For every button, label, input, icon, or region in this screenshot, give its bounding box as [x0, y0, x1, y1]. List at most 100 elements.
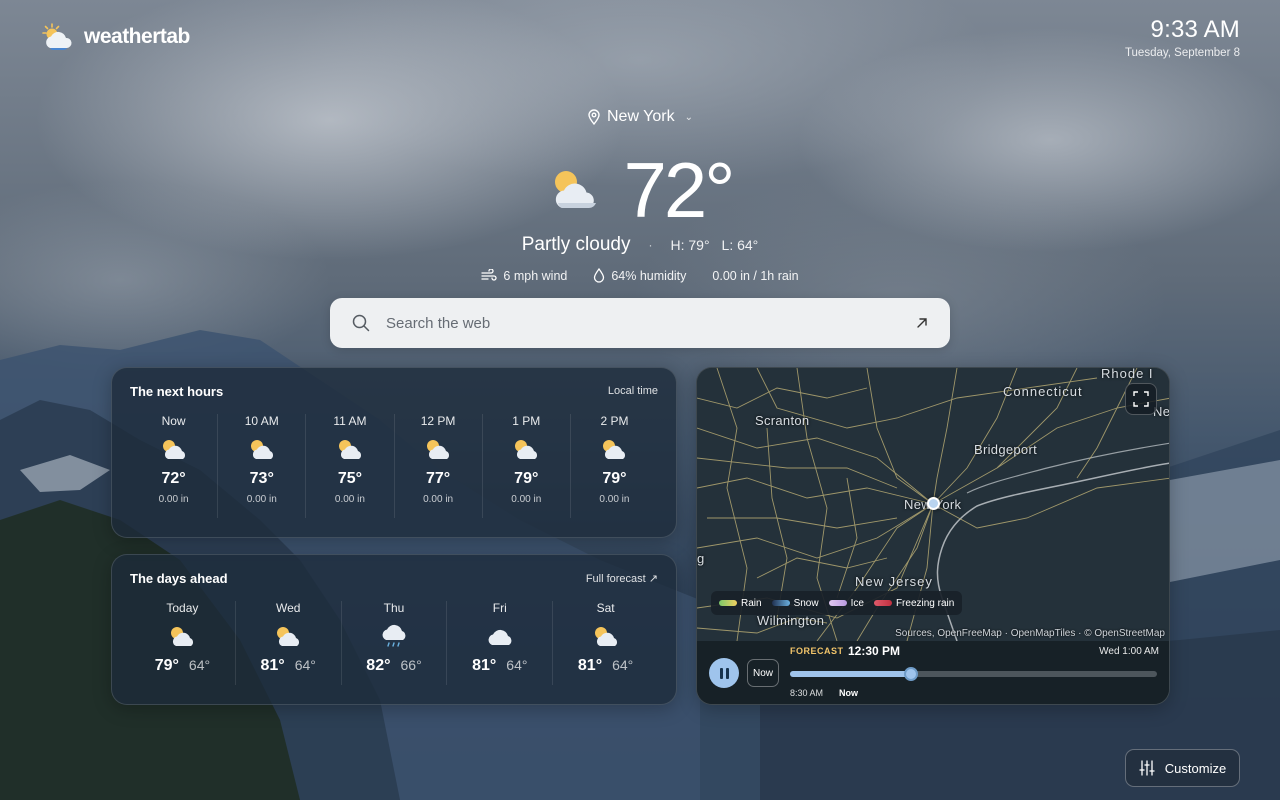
- map-label-rhode-island: Rhode I: [1101, 368, 1154, 381]
- hour-precip: 0.00 in: [334, 494, 365, 505]
- radar-map[interactable]: Scranton Connecticut Rhode I Ne Bridgepo…: [697, 368, 1169, 641]
- legend-label: Ice: [850, 597, 864, 609]
- timeline-handle[interactable]: [904, 667, 919, 681]
- search-bar[interactable]: [330, 298, 950, 348]
- high-low: H: 79° L: 64°: [670, 237, 758, 253]
- hour-label: 11 AM: [333, 414, 367, 428]
- weather-metrics: 6 mph wind 64% humidity 0.00 in / 1h rai…: [0, 268, 1280, 283]
- day-low: 64°: [294, 657, 316, 673]
- day-low: 64°: [612, 657, 634, 673]
- timeline-end-time: Wed 1:00 AM: [1099, 646, 1159, 657]
- hour-column: 1 PM 79° 0.00 in: [481, 414, 570, 518]
- day-icon-wrap: [342, 621, 447, 653]
- partly-cloudy-icon: [162, 440, 185, 459]
- map-label-bridgeport: Bridgeport: [974, 442, 1037, 457]
- expand-icon: [1133, 391, 1149, 407]
- timeline-progress: [790, 671, 912, 677]
- day-label: Thu: [383, 601, 405, 615]
- current-temperature: 72°: [623, 146, 736, 234]
- day-icon-wrap: [447, 621, 552, 653]
- clock: 9:33 AM Tuesday, September 8: [1125, 16, 1240, 59]
- partly-cloudy-icon: [171, 627, 194, 646]
- hour-icon-wrap: [218, 434, 305, 466]
- daily-columns: Today 79° 64° Wed 81° 64° Thu 82° 66° Fri 81° 64° Sa…: [130, 601, 658, 685]
- hour-precip: 0.00 in: [158, 494, 189, 505]
- droplet-icon: [594, 268, 605, 283]
- legend-swatch: [828, 600, 847, 606]
- sliders-icon: [1139, 760, 1155, 776]
- search-input[interactable]: [386, 314, 916, 332]
- cloud-icon: [488, 629, 512, 645]
- humidity-value: 64% humidity: [611, 268, 687, 283]
- day-temps: 79° 64°: [130, 657, 235, 675]
- customize-button[interactable]: Customize: [1125, 749, 1240, 787]
- customize-label: Customize: [1164, 760, 1227, 776]
- map-attribution[interactable]: Sources, OpenFreeMap · OpenMapTiles · © …: [895, 628, 1165, 639]
- hour-label: 2 PM: [600, 414, 629, 428]
- condition-row: Partly cloudy · H: 79° L: 64°: [0, 234, 1280, 256]
- hour-precip: 0.00 in: [511, 494, 542, 505]
- legend-item: Freezing rain: [873, 598, 954, 609]
- pause-icon: [719, 667, 723, 679]
- timeline-start-time: 8:30 AM: [790, 688, 824, 698]
- hour-label: 1 PM: [512, 414, 541, 428]
- partly-cloudy-icon: [42, 23, 72, 50]
- location-marker: [927, 497, 940, 510]
- map-label-new-jersey: New Jersey: [855, 574, 933, 589]
- map-label-partial-left: g: [697, 551, 705, 566]
- map-label-connecticut: Connecticut: [1003, 384, 1083, 399]
- hour-precip: 0.00 in: [423, 494, 454, 505]
- day-column: Thu 82° 66°: [340, 601, 447, 685]
- daily-title: The days ahead: [130, 571, 228, 586]
- clock-date: Tuesday, September 8: [1124, 47, 1240, 59]
- day-temps: 81° 64°: [553, 657, 658, 675]
- day-low: 64°: [188, 657, 211, 673]
- now-button[interactable]: Now: [747, 659, 779, 687]
- day-column: Today 79° 64°: [130, 601, 235, 685]
- timeline-slider[interactable]: [790, 667, 1157, 681]
- hour-column: 10 AM 73° 0.00 in: [217, 414, 305, 518]
- partly-cloudy-icon: [427, 440, 450, 459]
- wind-metric: 6 mph wind: [481, 268, 567, 283]
- current-conditions: 72°: [0, 145, 1280, 235]
- rain-cloud-icon: [382, 624, 406, 647]
- forecast-time: 12:30 PM: [848, 644, 901, 658]
- location-name: New York: [607, 108, 675, 125]
- full-forecast-link[interactable]: Full forecast ↗: [586, 572, 658, 585]
- day-low: 64°: [506, 657, 528, 673]
- legend-item: Snow: [771, 598, 819, 609]
- map-label-wilmington: Wilmington: [757, 613, 825, 628]
- map-pin-icon: [588, 109, 600, 125]
- partly-cloudy-icon: [603, 440, 626, 459]
- day-label: Sat: [596, 601, 615, 615]
- arrow-up-right-icon[interactable]: [916, 317, 928, 329]
- day-label: Today: [166, 601, 199, 615]
- day-column: Sat 81° 64°: [552, 601, 658, 685]
- radar-legend: Rain Snow Ice Freezing rain: [711, 591, 963, 615]
- local-time-link[interactable]: Local time: [608, 385, 658, 397]
- partly-cloudy-icon: [338, 440, 361, 459]
- brand-name: weathertab: [84, 25, 190, 48]
- rain-value: 0.00 in / 1h rain: [712, 268, 799, 283]
- low-temp: L: 64°: [721, 237, 759, 253]
- fullscreen-button[interactable]: [1125, 383, 1157, 415]
- legend-swatch: [771, 600, 790, 606]
- high-temp: H: 79°: [670, 237, 710, 253]
- condition-text: Partly cloudy: [521, 234, 631, 255]
- partly-cloudy-icon: [277, 627, 300, 646]
- hour-column: 2 PM 79° 0.00 in: [569, 414, 658, 518]
- hour-icon-wrap: [306, 434, 393, 466]
- logo[interactable]: weathertab: [40, 22, 190, 52]
- legend-label: Rain: [741, 597, 762, 609]
- legend-swatch: [719, 600, 737, 606]
- pause-button[interactable]: [709, 658, 739, 688]
- day-high: 81°: [472, 657, 497, 674]
- hour-icon-wrap: [571, 434, 658, 466]
- hour-temp: 72°: [161, 470, 186, 487]
- hour-icon-wrap: [483, 434, 570, 466]
- day-temps: 81° 64°: [447, 657, 552, 675]
- rain-metric: 0.00 in / 1h rain: [712, 268, 798, 283]
- hour-icon-wrap: [395, 434, 482, 466]
- location-selector[interactable]: New York ⌄: [0, 108, 1280, 126]
- day-high: 82°: [366, 657, 391, 674]
